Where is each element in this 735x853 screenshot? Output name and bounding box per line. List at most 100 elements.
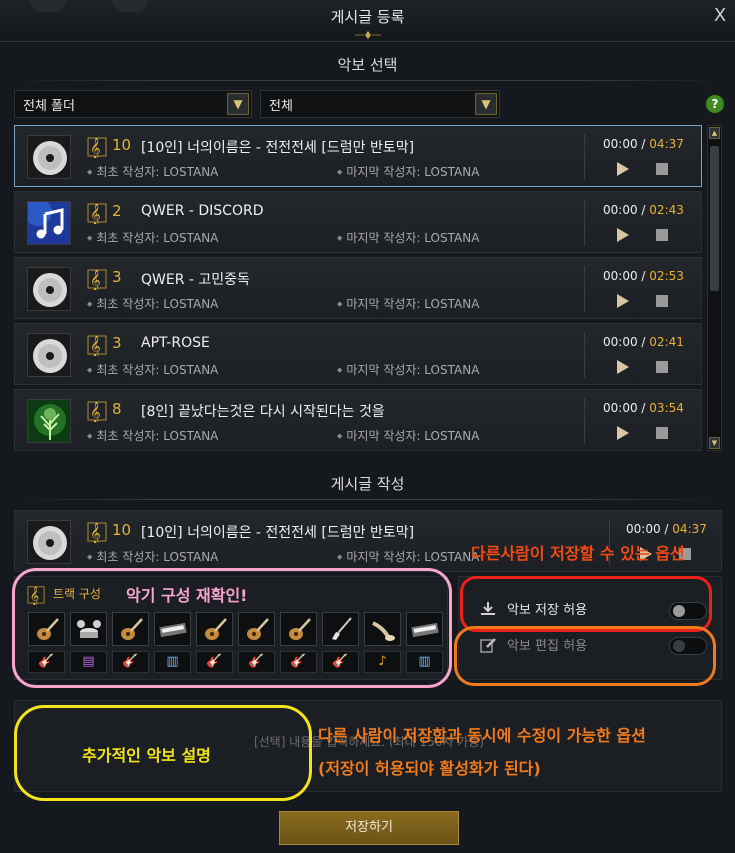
folder-dropdown[interactable]: 전체 폴더 ▼ xyxy=(14,90,252,118)
scrollbar[interactable]: ▲ ▼ xyxy=(707,125,722,451)
duration: 02:43 xyxy=(649,203,684,217)
scroll-down-icon[interactable]: ▼ xyxy=(709,437,720,449)
duration: 03:54 xyxy=(649,401,684,415)
song-title: QWER - DISCORD xyxy=(141,203,264,219)
time-separator: / xyxy=(641,137,646,151)
filter-dropdown-value: 전체 xyxy=(269,98,293,114)
play-icon[interactable] xyxy=(617,162,629,176)
last-author: 마지막 작성자: LOSTANA xyxy=(337,295,479,312)
last-author: 마지막 작성자: LOSTANA xyxy=(337,163,479,180)
window-title: 게시글 등록 xyxy=(330,8,405,26)
divider xyxy=(584,134,585,180)
music-note-icon xyxy=(27,201,71,245)
ornament-icon xyxy=(355,31,381,39)
chevron-down-icon: ▼ xyxy=(227,93,249,115)
chevron-down-icon: ▼ xyxy=(475,93,497,115)
duration: 02:53 xyxy=(649,269,684,283)
first-author: 최초 작성자: LOSTANA xyxy=(87,427,218,444)
song-row[interactable]: 𝄞 2 QWER - DISCORD 최초 작성자: LOSTANA 마지막 작… xyxy=(14,191,702,253)
song-title: [8인] 끝났다는것은 다시 시작된다는 것을 xyxy=(141,404,385,420)
stop-icon[interactable] xyxy=(656,163,668,175)
play-icon[interactable] xyxy=(617,426,629,440)
time-separator: / xyxy=(641,203,646,217)
player-count: 3 xyxy=(112,334,122,352)
duration: 02:41 xyxy=(649,335,684,349)
stop-icon[interactable] xyxy=(656,427,668,439)
annotation-save-note: 다른사람이 저장할 수 있는 옵션 xyxy=(471,544,685,563)
last-author: 마지막 작성자: LOSTANA xyxy=(337,548,479,565)
help-icon[interactable]: ? xyxy=(706,95,724,113)
svg-text:𝄞: 𝄞 xyxy=(90,336,101,356)
svg-text:𝄞: 𝄞 xyxy=(90,270,101,290)
divider xyxy=(584,398,585,444)
song-time: 00:00 / 02:53 xyxy=(603,269,684,283)
annotation-edit-circle xyxy=(454,626,716,686)
song-row[interactable]: 𝄞 3 APT-ROSE 최초 작성자: LOSTANA 마지막 작성자: LO… xyxy=(14,323,702,385)
duration: 04:37 xyxy=(649,137,684,151)
time-separator: / xyxy=(641,335,646,349)
current-time: 00:00 xyxy=(603,401,638,415)
play-icon[interactable] xyxy=(617,228,629,242)
song-time: 00:00 / 04:37 xyxy=(603,137,684,151)
divider xyxy=(584,200,585,246)
svg-text:𝄞: 𝄞 xyxy=(90,138,101,158)
annotation-track-note: 악기 구성 재확인! xyxy=(126,586,248,605)
song-title: [10인] 너의이름은 - 전전전세 [드럼만 반토막] xyxy=(141,140,415,156)
disc-icon xyxy=(27,333,71,377)
current-time: 00:00 xyxy=(603,137,638,151)
stop-icon[interactable] xyxy=(656,361,668,373)
svg-text:𝄞: 𝄞 xyxy=(90,402,101,422)
stop-icon[interactable] xyxy=(656,295,668,307)
treble-clef-icon: 𝄞 xyxy=(87,335,107,356)
duration: 04:37 xyxy=(672,522,707,536)
section-title-post: 게시글 작성 xyxy=(330,475,405,493)
player-count: 8 xyxy=(112,400,122,418)
player-count: 10 xyxy=(112,136,132,154)
scroll-up-icon[interactable]: ▲ xyxy=(709,127,720,139)
song-list: 𝄞 10 [10인] 너의이름은 - 전전전세 [드럼만 반토막] 최초 작성자… xyxy=(14,125,702,453)
last-author: 마지막 작성자: LOSTANA xyxy=(337,427,479,444)
annotation-edit-note-1: 다른 사람이 저장함과 동시에 수정이 가능한 옵션 xyxy=(318,726,646,745)
disc-icon xyxy=(27,135,71,179)
song-row[interactable]: 𝄞 3 QWER - 고민중독 최초 작성자: LOSTANA 마지막 작성자:… xyxy=(14,257,702,319)
song-row[interactable]: 𝄞 8 [8인] 끝났다는것은 다시 시작된다는 것을 최초 작성자: LOST… xyxy=(14,389,702,451)
divider xyxy=(584,266,585,312)
song-time: 00:00 / 02:43 xyxy=(603,203,684,217)
play-icon[interactable] xyxy=(617,360,629,374)
first-author: 최초 작성자: LOSTANA xyxy=(87,229,218,246)
section-title-sheet-select: 악보 선택 xyxy=(337,56,398,74)
treble-clef-icon: 𝄞 xyxy=(87,401,107,422)
treble-clef-icon: 𝄞 xyxy=(87,137,107,158)
svg-text:𝄞: 𝄞 xyxy=(90,523,101,543)
play-icon[interactable] xyxy=(617,294,629,308)
first-author: 최초 작성자: LOSTANA xyxy=(87,163,218,180)
disc-icon xyxy=(27,520,71,564)
last-author: 마지막 작성자: LOSTANA xyxy=(337,361,479,378)
current-time: 00:00 xyxy=(626,522,661,536)
divider xyxy=(14,499,722,500)
filter-dropdown[interactable]: 전체 ▼ xyxy=(260,90,500,118)
annotation-edit-note-2: (저장이 허용되야 활성화가 된다) xyxy=(318,759,541,778)
song-title: QWER - 고민중독 xyxy=(141,272,250,288)
player-count: 3 xyxy=(112,268,122,286)
current-time: 00:00 xyxy=(603,269,638,283)
song-row[interactable]: 𝄞 10 [10인] 너의이름은 - 전전전세 [드럼만 반토막] 최초 작성자… xyxy=(14,125,702,187)
player-count: 10 xyxy=(112,521,132,539)
treble-clef-icon: 𝄞 xyxy=(87,203,107,224)
divider xyxy=(14,80,722,81)
stop-icon[interactable] xyxy=(656,229,668,241)
first-author: 최초 작성자: LOSTANA xyxy=(87,295,218,312)
tree-icon xyxy=(27,399,71,443)
current-time: 00:00 xyxy=(603,335,638,349)
divider xyxy=(584,332,585,378)
song-time: 00:00 / 02:41 xyxy=(603,335,684,349)
disc-icon xyxy=(27,267,71,311)
song-title: APT-ROSE xyxy=(141,335,210,351)
first-author: 최초 작성자: LOSTANA xyxy=(87,361,218,378)
close-button[interactable]: X xyxy=(708,4,732,28)
song-time: 00:00 / 04:37 xyxy=(626,522,707,536)
first-author: 최초 작성자: LOSTANA xyxy=(87,548,218,565)
save-button[interactable]: 저장하기 xyxy=(279,811,459,845)
scrollbar-thumb[interactable] xyxy=(710,146,719,291)
treble-clef-icon: 𝄞 xyxy=(87,269,107,290)
